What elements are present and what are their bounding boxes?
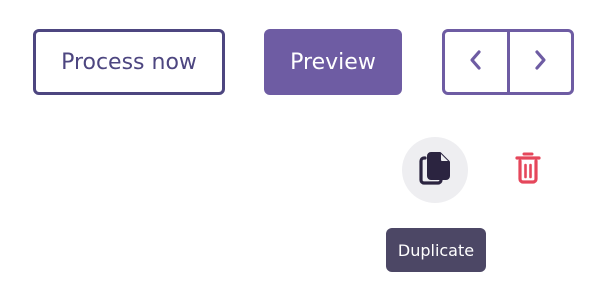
pagination-control (442, 29, 574, 95)
duplicate-button[interactable] (402, 137, 468, 203)
chevron-right-icon (531, 48, 549, 76)
chevron-left-icon (467, 48, 485, 76)
duplicate-tooltip: Duplicate (386, 228, 486, 272)
delete-button[interactable] (510, 148, 546, 192)
process-now-button[interactable]: Process now (33, 29, 225, 95)
trash-icon (514, 151, 542, 189)
previous-button[interactable] (445, 32, 507, 92)
preview-button[interactable]: Preview (264, 29, 402, 95)
next-button[interactable] (510, 32, 572, 92)
copy-icon (418, 150, 452, 190)
